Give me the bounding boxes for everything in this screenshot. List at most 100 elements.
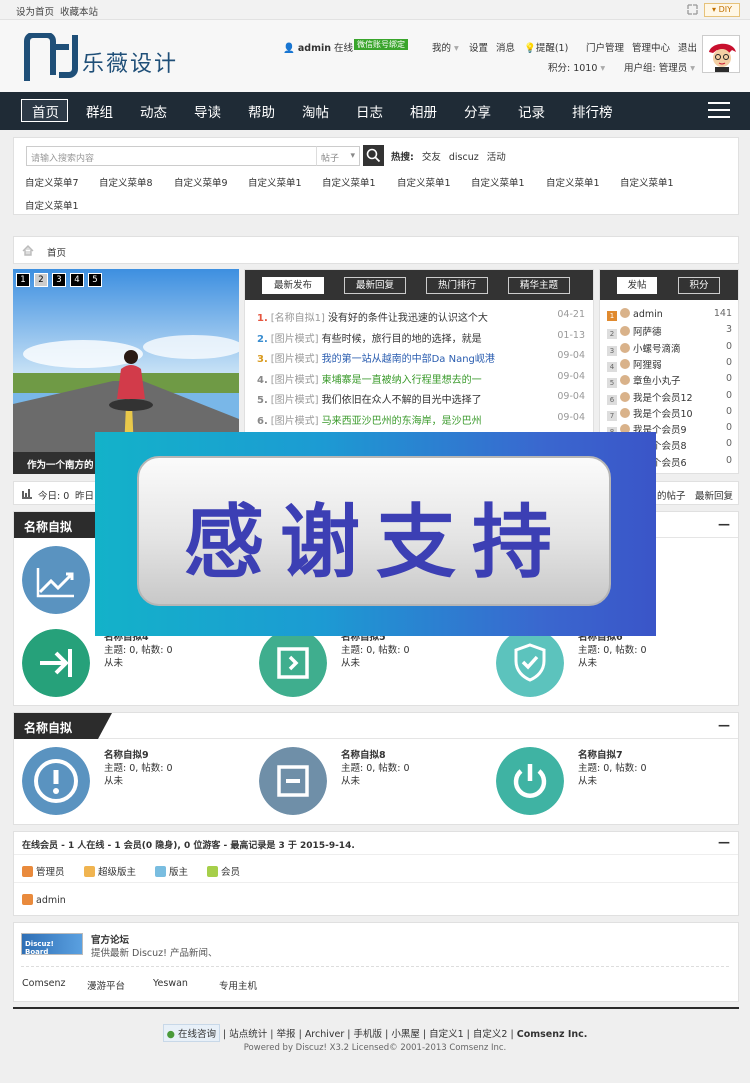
thread-category[interactable]: [名称自拟1] [271, 313, 325, 324]
rank-row[interactable]: 6 我是个会员12 0 [607, 390, 732, 405]
footer-link[interactable]: 自定义2 [473, 1029, 508, 1040]
rank-user-name[interactable]: 章鱼小丸子 [633, 376, 681, 387]
avatar[interactable] [702, 35, 740, 73]
hot-link[interactable]: 活动 [487, 152, 506, 163]
rank-user-name[interactable]: 阿萨德 [633, 327, 662, 338]
friend-link[interactable]: Yeswan [153, 978, 188, 989]
friend-link[interactable]: Comsenz [22, 978, 66, 989]
messages-link[interactable]: 消息 [496, 40, 515, 54]
discuz-logo[interactable]: Discuz! Board [21, 933, 83, 956]
thread-row[interactable]: 5. [图片模式] 我们依旧在众人不解的目光中选择了 09-04 [257, 391, 585, 407]
slider-dot[interactable]: 3 [52, 273, 66, 287]
username-link[interactable]: admin [298, 43, 331, 54]
collapse-icon[interactable]: — [718, 718, 730, 732]
portal-admin-link[interactable]: 门户管理 [586, 40, 624, 54]
thread-row[interactable]: 3. [图片模式] 我的第一站从越南的中部Da Nang岘港 09-04 [257, 350, 585, 366]
section-title[interactable]: 名称自拟 [14, 713, 112, 739]
section-title[interactable]: 名称自拟 [14, 512, 112, 538]
hamburger-menu-icon[interactable] [708, 102, 730, 120]
tab-posts[interactable]: 发帖 [617, 277, 657, 294]
friend-link[interactable]: 漫游平台 [87, 978, 125, 992]
thread-title[interactable]: 我们依旧在众人不解的目光中选择了 [322, 395, 482, 406]
custom-menu-item[interactable]: 自定义菜单8 [99, 175, 153, 189]
online-user[interactable]: admin [22, 894, 66, 906]
nav-record[interactable]: 记录 [518, 101, 545, 121]
slider-dot[interactable]: 5 [88, 273, 102, 287]
my-menu[interactable]: 我的 ▾ [432, 40, 459, 54]
footer-company[interactable]: Comsenz Inc. [517, 1029, 588, 1040]
footer-link[interactable]: Archiver [305, 1029, 344, 1040]
thread-row[interactable]: 2. [图片模式] 有些时候，旅行目的地的选择，就是 01-13 [257, 330, 585, 346]
nav-groups[interactable]: 群组 [86, 101, 113, 121]
slider-dot[interactable]: 1 [16, 273, 30, 287]
nav-feed[interactable]: 动态 [140, 101, 167, 121]
my-posts-link[interactable]: 的帖子 [657, 488, 686, 502]
hot-link[interactable]: discuz [449, 152, 479, 163]
custom-menu-item[interactable]: 自定义菜单1 [397, 175, 451, 189]
nav-collection[interactable]: 淘帖 [302, 101, 329, 121]
thread-category[interactable]: [图片模式] [271, 416, 319, 427]
custom-menu-item[interactable]: 自定义菜单1 [471, 175, 525, 189]
hot-link[interactable]: 交友 [422, 152, 441, 163]
footer-link[interactable]: 小黑屋 [391, 1029, 420, 1040]
nav-blog[interactable]: 日志 [356, 101, 383, 121]
thread-title[interactable]: 我的第一站从越南的中部Da Nang岘港 [322, 354, 495, 365]
thread-title[interactable]: 有些时候，旅行目的地的选择，就是 [322, 334, 482, 345]
rank-row[interactable]: 2 阿萨德 3 [607, 324, 732, 340]
admin-center-link[interactable]: 管理中心 [632, 40, 670, 54]
slider-dot-active[interactable]: 2 [34, 273, 48, 287]
tab-digest[interactable]: 精华主题 [508, 277, 570, 294]
forum-name[interactable]: 名称自拟7 [578, 747, 623, 761]
rank-user-name[interactable]: 我是个会员10 [633, 409, 693, 420]
nav-share[interactable]: 分享 [464, 101, 491, 121]
latest-reply-link[interactable]: 最新回复 [695, 488, 733, 502]
tab-latest[interactable]: 最新发布 [262, 277, 324, 294]
tab-points[interactable]: 积分 [678, 277, 720, 294]
thread-title[interactable]: 马来西亚沙巴州的东海岸，是沙巴州 [322, 416, 482, 427]
footer-link[interactable]: 站点统计 [229, 1029, 267, 1040]
rank-row[interactable]: 4 阿狸弱 0 [607, 357, 732, 372]
forum-item[interactable]: 名称自拟7 主题: 0, 帖数: 0 从未 [496, 747, 726, 817]
slider-dot[interactable]: 4 [70, 273, 84, 287]
set-home-link[interactable]: 设为首页 [16, 4, 54, 18]
custom-menu-item[interactable]: 自定义菜单1 [620, 175, 674, 189]
thread-category[interactable]: [图片模式] [271, 334, 319, 345]
nav-album[interactable]: 相册 [410, 101, 437, 121]
footer-link[interactable]: 自定义1 [429, 1029, 464, 1040]
rank-row[interactable]: 3 小螺号滴滴 0 [607, 341, 732, 356]
forum-item[interactable]: 名称自拟9 主题: 0, 帖数: 0 从未 [22, 747, 252, 817]
nav-ranking[interactable]: 排行榜 [572, 101, 613, 121]
custom-menu-item[interactable]: 自定义菜单1 [25, 198, 79, 212]
forum-item[interactable]: 名称自拟6 主题: 0, 帖数: 0 从未 [496, 629, 726, 699]
rank-row[interactable]: 5 章鱼小丸子 0 [607, 373, 732, 389]
tab-latest-reply[interactable]: 最新回复 [344, 277, 406, 294]
custom-menu-item[interactable]: 自定义菜单7 [25, 175, 79, 189]
thread-title[interactable]: 柬埔寨是一直被纳入行程里想去的一 [322, 375, 482, 386]
thread-row[interactable]: 6. [图片模式] 马来西亚沙巴州的东海岸，是沙巴州 09-04 [257, 412, 585, 428]
collapse-icon[interactable]: — [718, 835, 730, 849]
thread-category[interactable]: [图片模式] [271, 354, 319, 365]
custom-menu-item[interactable]: 自定义菜单1 [322, 175, 376, 189]
search-button[interactable] [363, 145, 384, 166]
bookmark-link[interactable]: 收藏本站 [60, 4, 98, 18]
nav-guide[interactable]: 导读 [194, 101, 221, 121]
forum-item[interactable]: 名称自拟5 主题: 0, 帖数: 0 从未 [259, 629, 489, 699]
online-consult-button[interactable]: ● 在线咨询 [162, 1024, 220, 1042]
rank-row[interactable]: 1 admin 141 [607, 308, 732, 322]
logo-text[interactable]: 乐薇设计 [82, 46, 178, 78]
custom-menu-item[interactable]: 自定义菜单9 [174, 175, 228, 189]
thread-row[interactable]: 1. [名称自拟1] 没有好的条件让我迅速的认识这个大 04-21 [257, 309, 585, 325]
footer-link[interactable]: 举报 [277, 1029, 296, 1040]
expand-icon[interactable] [687, 4, 698, 15]
wechat-bind-link[interactable]: 微信账号绑定 [354, 39, 408, 50]
home-icon[interactable] [22, 245, 34, 256]
rank-row[interactable]: 7 我是个会员10 0 [607, 406, 732, 421]
rank-user-name[interactable]: 小螺号滴滴 [633, 344, 681, 355]
link-title[interactable]: 官方论坛 [91, 932, 129, 946]
nav-home[interactable]: 首页 [32, 101, 59, 121]
forum-item[interactable]: 名称自拟8 主题: 0, 帖数: 0 从未 [259, 747, 489, 817]
logout-link[interactable]: 退出 [678, 40, 697, 54]
footer-link[interactable]: 手机版 [354, 1029, 383, 1040]
search-type-select[interactable]: 帖子 ▾ [316, 146, 360, 166]
forum-name[interactable]: 名称自拟9 [104, 747, 149, 761]
